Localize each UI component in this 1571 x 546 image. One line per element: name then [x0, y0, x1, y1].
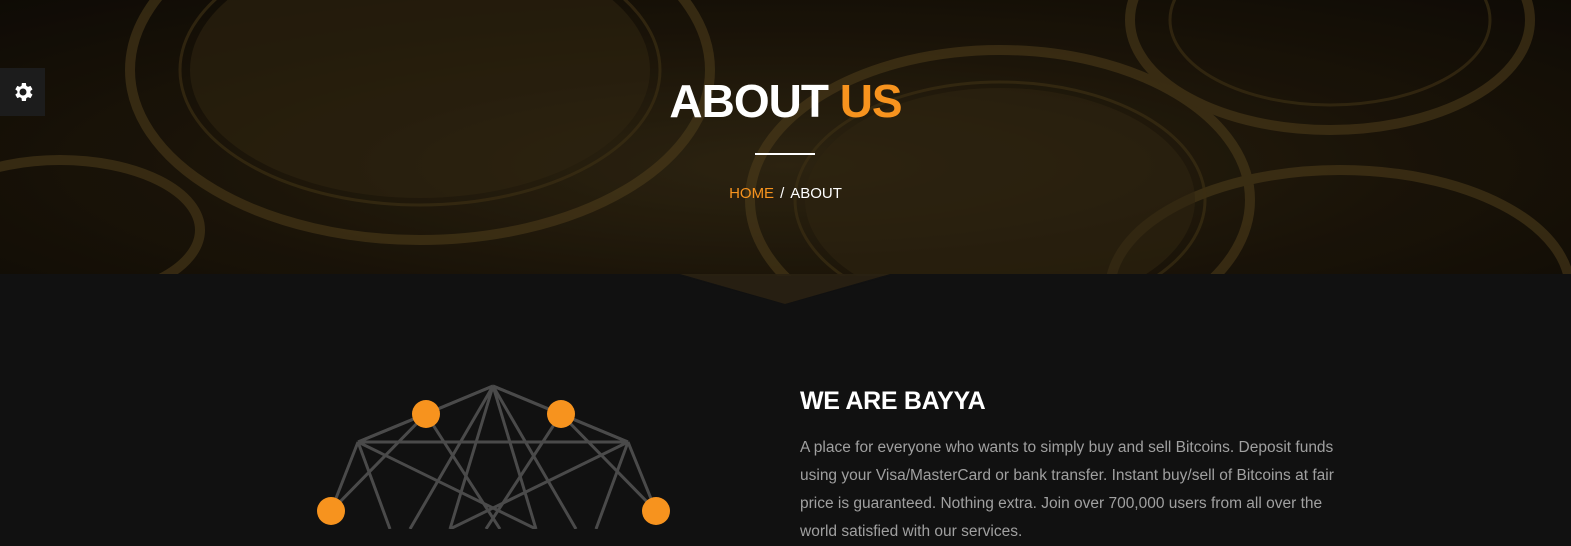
page-title-main: ABOUT: [669, 75, 829, 127]
settings-toggle-button[interactable]: [0, 68, 45, 116]
section-heading: WE ARE BAYYA: [800, 387, 986, 415]
breadcrumb-separator: /: [780, 185, 785, 202]
network-illustration: [317, 384, 670, 529]
section-notch: [0, 274, 1571, 304]
breadcrumb-current: ABOUT: [790, 185, 842, 202]
page-title-accent: US: [839, 75, 903, 127]
page-header-banner: ABOUT US HOME / ABOUT: [0, 0, 1571, 276]
network-lines: [329, 384, 658, 529]
gear-icon: [14, 83, 33, 101]
breadcrumb-home-link[interactable]: HOME: [729, 185, 774, 202]
page-title: ABOUT US: [0, 74, 1571, 128]
section-description: A place for everyone who wants to simply…: [800, 439, 1334, 540]
breadcrumb: HOME / ABOUT: [0, 185, 1571, 202]
title-divider: [755, 153, 815, 155]
bitcoin-coins-background: [0, 0, 1571, 276]
